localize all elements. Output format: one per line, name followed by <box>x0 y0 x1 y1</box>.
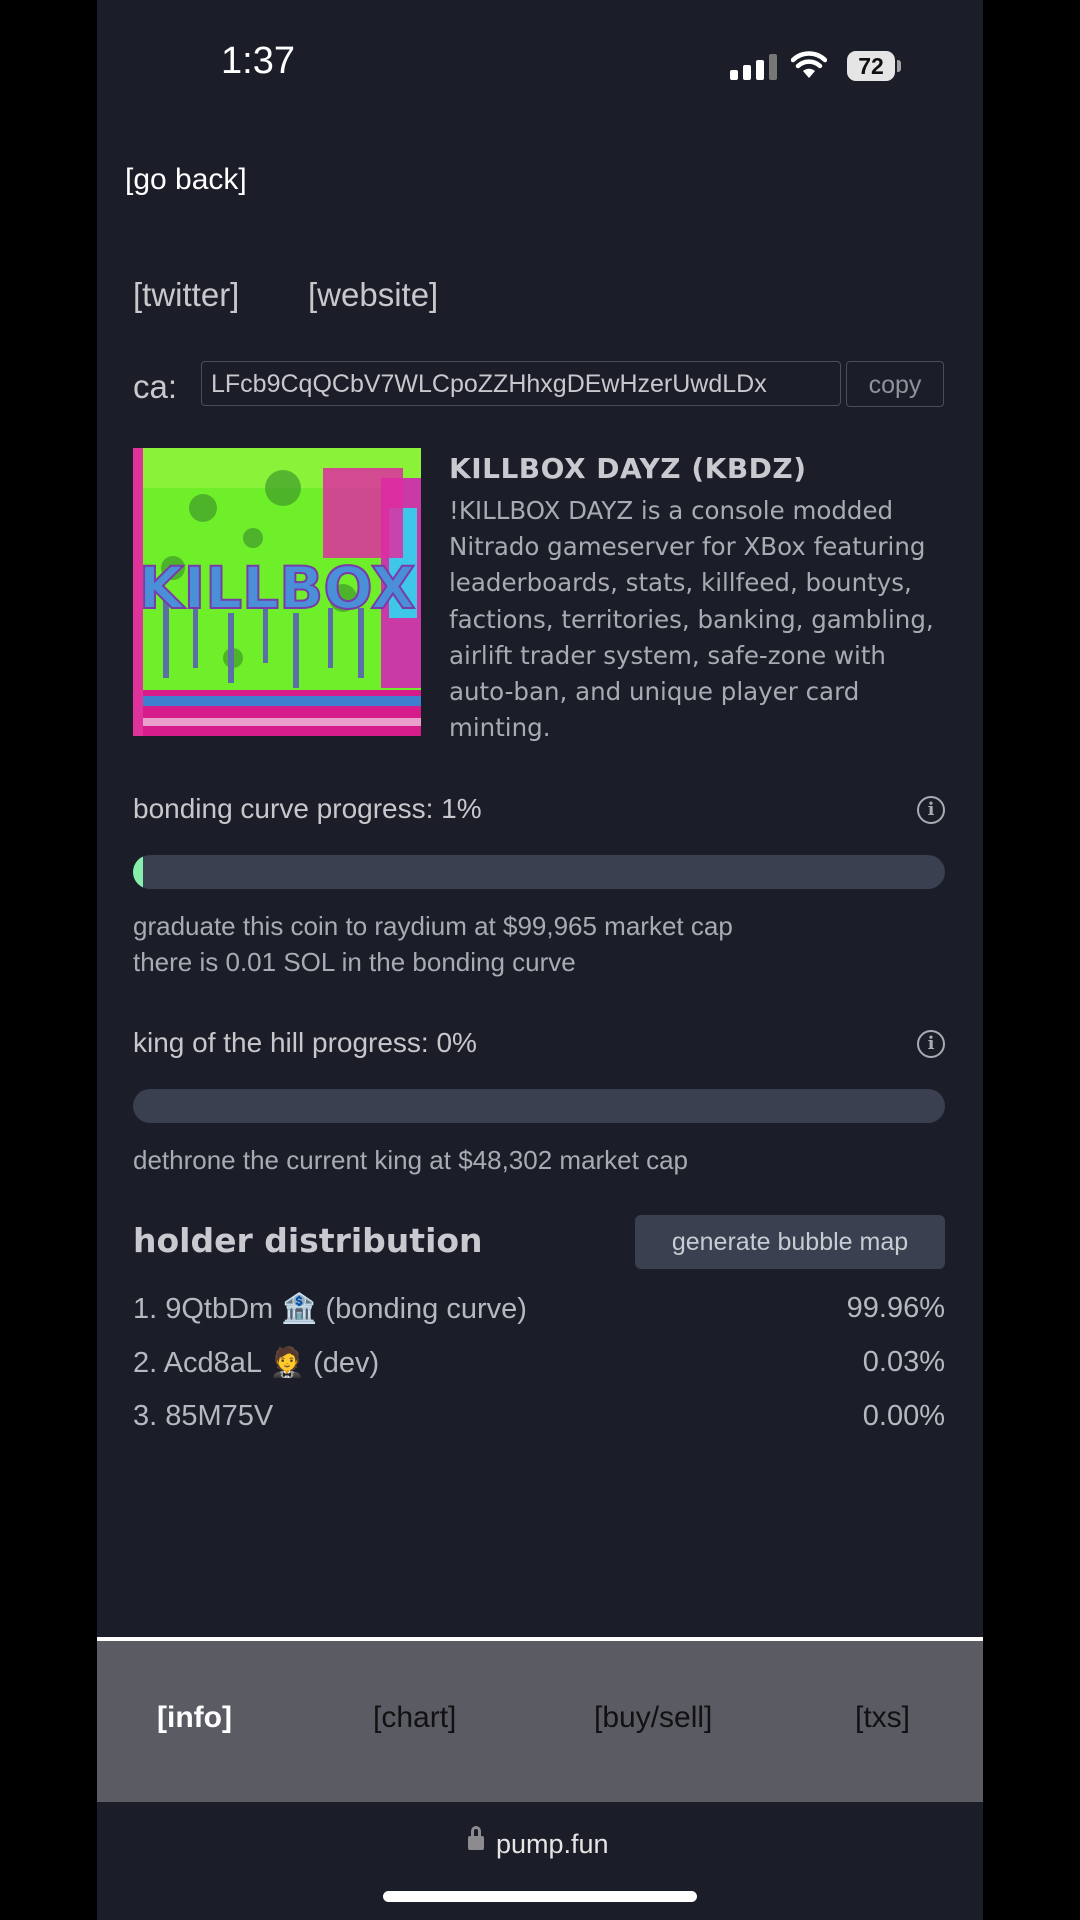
cellular-signal-icon <box>730 54 777 80</box>
app-screen: 1:37 72 [go back] [twitter] [website] ca… <box>97 0 983 1920</box>
holder-row[interactable]: 2. Acd8aL 🤵 (dev) 0.03% <box>133 1346 945 1380</box>
bonding-curve-label: bonding curve progress: 1% <box>133 793 482 824</box>
battery-tip <box>897 60 901 72</box>
lock-icon <box>468 1836 484 1850</box>
holder-distribution-title: holder distribution <box>133 1221 483 1260</box>
copy-button[interactable]: copy <box>846 361 944 407</box>
tab-info[interactable]: [info] <box>157 1701 232 1735</box>
generate-bubble-map-button[interactable]: generate bubble map <box>635 1215 945 1269</box>
coin-image-text: KILLBOX <box>139 554 416 622</box>
battery-icon: 72 <box>847 51 895 81</box>
holder-percent: 99.96% <box>846 1292 945 1324</box>
contract-address-field[interactable]: LFcb9CqQCbV7WLCpoZZHhxgDEwHzerUwdLDx <box>201 361 841 406</box>
status-time: 1:37 <box>221 40 295 82</box>
holder-name[interactable]: 1. 9QtbDm 🏦 (bonding curve) <box>133 1292 527 1326</box>
holder-row[interactable]: 1. 9QtbDm 🏦 (bonding curve) 99.96% <box>133 1292 945 1326</box>
king-of-hill-label: king of the hill progress: 0% <box>133 1027 477 1058</box>
bonding-curve-progress-bar <box>133 855 945 889</box>
coin-image: KILLBOX <box>133 448 421 736</box>
tab-buy-sell[interactable]: [buy/sell] <box>594 1701 712 1735</box>
home-indicator[interactable] <box>383 1891 697 1902</box>
holder-percent: 0.00% <box>862 1400 945 1432</box>
sol-in-curve-text: there is 0.01 SOL in the bonding curve <box>133 947 576 977</box>
browser-url[interactable]: pump.fun <box>496 1829 609 1860</box>
dethrone-text: dethrone the current king at $48,302 mar… <box>133 1145 689 1175</box>
holder-row[interactable]: 3. 85M75V 0.00% <box>133 1400 945 1433</box>
bonding-curve-progress-fill <box>133 855 143 889</box>
holder-percent: 0.03% <box>862 1346 945 1378</box>
tab-chart[interactable]: [chart] <box>373 1701 456 1735</box>
contract-address-label: ca: <box>133 368 178 405</box>
coin-title: KILLBOX DAYZ (KBDZ) <box>449 452 807 485</box>
go-back-link[interactable]: [go back] <box>125 163 247 197</box>
info-icon[interactable]: i <box>917 796 945 824</box>
info-icon[interactable]: i <box>917 1030 945 1058</box>
twitter-link[interactable]: [twitter] <box>133 276 239 314</box>
holder-name[interactable]: 2. Acd8aL 🤵 (dev) <box>133 1346 379 1380</box>
coin-description: !KILLBOX DAYZ is a console modded Nitrad… <box>449 496 934 743</box>
holder-name[interactable]: 3. 85M75V <box>133 1400 273 1433</box>
website-link[interactable]: [website] <box>308 276 438 314</box>
graduate-text: graduate this coin to raydium at $99,965… <box>133 911 733 941</box>
wifi-icon <box>791 51 827 78</box>
tab-txs[interactable]: [txs] <box>855 1701 910 1735</box>
king-of-hill-progress-bar <box>133 1089 945 1123</box>
browser-url-bar[interactable] <box>97 1802 983 1920</box>
